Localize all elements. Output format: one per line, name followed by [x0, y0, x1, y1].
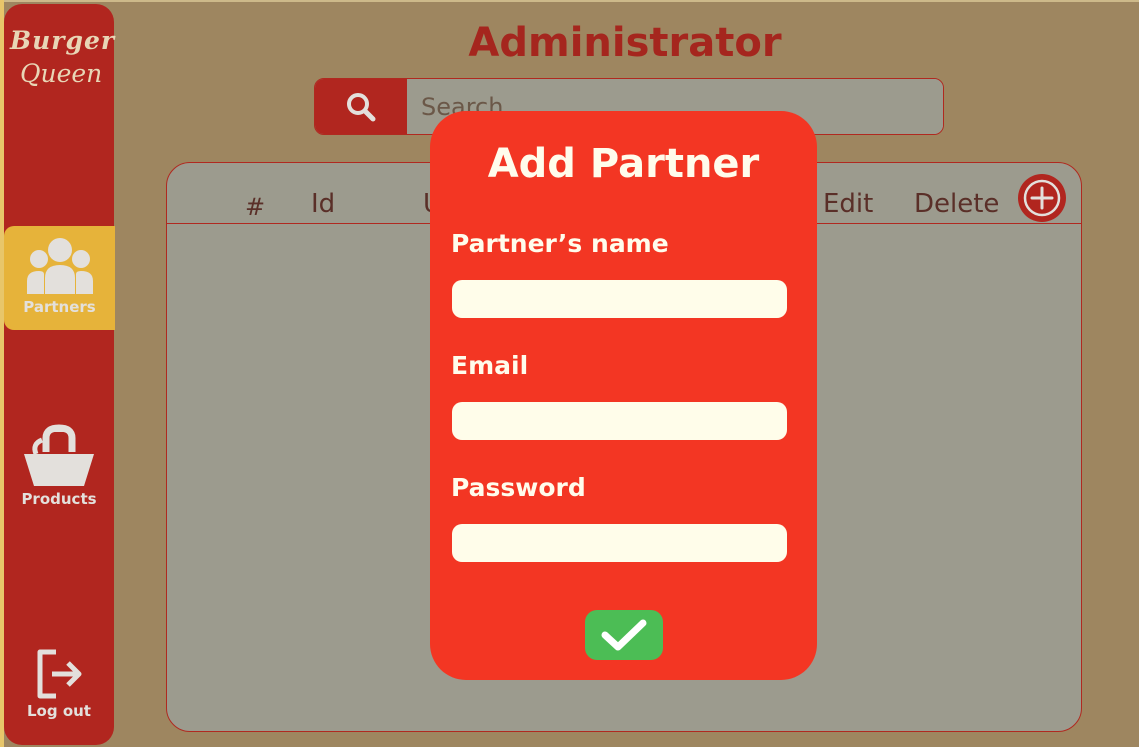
- sidebar-item-label: Partners: [23, 298, 96, 316]
- plus-circle-icon: [1018, 174, 1066, 222]
- confirm-button[interactable]: [585, 610, 663, 660]
- checkmark-icon: [601, 619, 647, 651]
- page-title: Administrator: [468, 20, 782, 66]
- partner-name-label: Partner’s name: [451, 229, 669, 258]
- frame-top-edge: [0, 0, 1139, 2]
- add-partner-modal: Add Partner Partner’s name Email Passwor…: [430, 111, 817, 680]
- logo-line-1: Burger: [10, 26, 116, 55]
- column-header-number: #: [245, 193, 266, 221]
- email-label: Email: [451, 351, 529, 380]
- email-field[interactable]: [452, 402, 787, 440]
- column-header-edit: Edit: [823, 189, 874, 219]
- sidebar-item-partners[interactable]: Partners: [4, 226, 115, 330]
- sidebar-item-products[interactable]: Products: [4, 424, 114, 524]
- partner-name-field[interactable]: [452, 280, 787, 318]
- search-icon: [347, 93, 376, 122]
- logout-icon: [37, 649, 82, 699]
- sidebar-item-label: Products: [21, 490, 97, 508]
- logo-line-2: Queen: [20, 59, 103, 88]
- add-partner-button[interactable]: [1017, 173, 1067, 223]
- column-header-id: Id: [311, 189, 336, 219]
- basket-icon: [24, 424, 94, 486]
- modal-title: Add Partner: [487, 141, 760, 187]
- users-icon: [26, 238, 93, 294]
- password-label: Password: [451, 473, 586, 502]
- column-header-delete: Delete: [914, 189, 1000, 219]
- search-button[interactable]: [315, 79, 407, 134]
- password-field[interactable]: [452, 524, 787, 562]
- sidebar: Burger Queen Partners Products Log out: [4, 4, 116, 745]
- brand-logo: Burger Queen: [10, 26, 116, 88]
- sidebar-item-logout[interactable]: Log out: [4, 646, 114, 736]
- sidebar-item-label: Log out: [27, 702, 91, 720]
